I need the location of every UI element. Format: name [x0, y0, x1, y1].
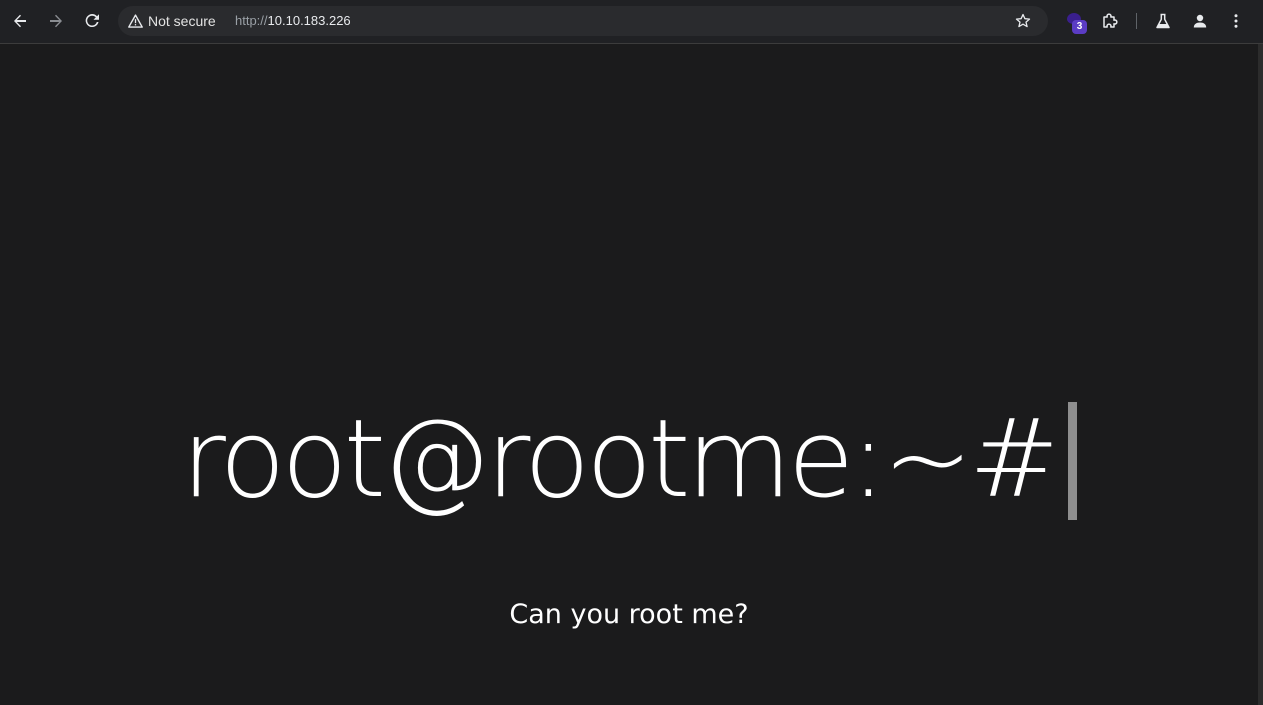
reload-icon	[85, 14, 99, 28]
terminal-prompt: root@rootme:~#	[181, 397, 1059, 522]
extensions-menu-button[interactable]	[1097, 8, 1123, 34]
puzzle-icon	[1103, 13, 1118, 28]
star-icon	[1015, 13, 1031, 28]
arrow-right-icon	[50, 14, 62, 28]
url-scheme: http://	[235, 13, 268, 28]
page-subtitle: Can you root me?	[509, 599, 749, 630]
profile-button[interactable]	[1187, 8, 1213, 34]
browser-menu-button[interactable]	[1223, 8, 1249, 34]
extension-badge: 3	[1072, 20, 1087, 34]
url-text[interactable]: http://10.10.183.226	[235, 13, 351, 28]
text-cursor	[1067, 402, 1077, 520]
address-bar[interactable]: Not secure http://10.10.183.226	[118, 6, 1048, 36]
forward-button[interactable]	[43, 8, 69, 34]
flask-icon	[1156, 13, 1170, 29]
toolbar-divider	[1136, 13, 1137, 29]
security-indicator[interactable]: Not secure	[124, 9, 222, 33]
warning-triangle-icon	[128, 14, 143, 28]
person-icon	[1193, 14, 1207, 28]
back-button[interactable]	[7, 8, 33, 34]
reload-button[interactable]	[79, 8, 105, 34]
kebab-menu-icon	[1234, 14, 1238, 28]
arrow-left-icon	[14, 14, 26, 28]
terminal-prompt-line: root@rootme:~#	[0, 397, 1258, 522]
vertical-scrollbar[interactable]	[1258, 44, 1263, 705]
labs-button[interactable]	[1150, 8, 1176, 34]
page-content: root@rootme:~# Can you root me?	[0, 45, 1258, 705]
bookmark-button[interactable]	[1010, 8, 1036, 34]
browser-toolbar: Not secure http://10.10.183.226 3	[0, 0, 1263, 44]
security-label: Not secure	[148, 13, 216, 29]
extension-button[interactable]: 3	[1064, 10, 1092, 36]
url-host: 10.10.183.226	[267, 13, 351, 28]
